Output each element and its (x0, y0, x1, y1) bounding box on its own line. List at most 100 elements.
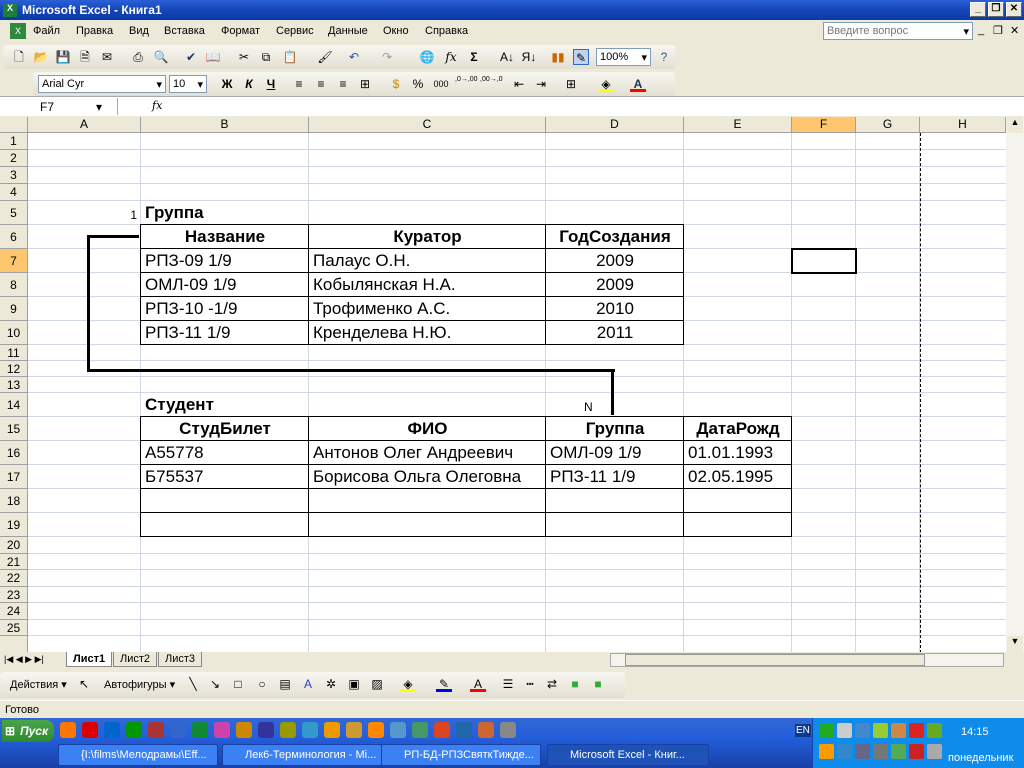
quick-launch-icon[interactable] (368, 722, 384, 738)
row-header-12[interactable]: 12 (0, 361, 28, 377)
arrow-icon[interactable]: ↘ (207, 676, 223, 692)
menu-7[interactable]: Окно (383, 25, 409, 37)
menu-1[interactable]: Правка (76, 25, 113, 37)
column-header-B[interactable]: B (141, 117, 309, 133)
format-painter-icon[interactable]: 🖌 (317, 49, 333, 65)
research-icon[interactable]: 📖 (205, 49, 221, 65)
quick-launch-icon[interactable] (236, 722, 252, 738)
quick-launch-icon[interactable] (258, 722, 274, 738)
column-header-F[interactable]: F (792, 117, 856, 133)
tray-icon[interactable] (855, 723, 870, 738)
scroll-up-button[interactable]: ▲ (1007, 117, 1023, 133)
row-header-partial[interactable] (0, 636, 28, 652)
relationship-line[interactable] (87, 235, 90, 372)
decrease-indent-icon[interactable]: ⇤ (511, 76, 527, 92)
quick-launch-icon[interactable] (280, 722, 296, 738)
tray-icon[interactable] (927, 744, 942, 759)
cell-D7[interactable]: 2009 (546, 251, 684, 271)
relationship-line[interactable] (87, 235, 139, 238)
cell-C6[interactable]: Куратор (309, 227, 546, 247)
row-header-6[interactable]: 6 (0, 225, 28, 249)
permission-icon[interactable]: 🗎 (77, 49, 93, 65)
insert-function-button[interactable]: fx (152, 99, 162, 112)
cell-B8[interactable]: ОМЛ-09 1/9 (141, 275, 309, 295)
sheet-tab-2[interactable]: Лист2 (113, 652, 158, 667)
row-header-9[interactable]: 9 (0, 297, 28, 321)
open-icon[interactable]: 📂 (33, 49, 49, 65)
cell-C17[interactable]: Борисова Ольга Олеговна (309, 467, 546, 487)
cell-B5[interactable]: Группа (141, 203, 309, 223)
taskbar-task-1[interactable]: {I:\films\Мелодрамы\Eff... (58, 744, 218, 766)
quick-launch-icon[interactable] (390, 722, 406, 738)
language-indicator[interactable]: EN (795, 724, 811, 737)
sort-desc-icon[interactable]: Я↓ (521, 49, 537, 65)
start-button[interactable]: ⊞ Пуск (2, 720, 54, 742)
font-select[interactable]: Arial Cyr ▾ (38, 75, 166, 93)
bold-button[interactable]: Ж (219, 76, 235, 92)
cell-C10[interactable]: Кренделева Н.Ю. (309, 323, 546, 343)
row-header-3[interactable]: 3 (0, 167, 28, 184)
clipart-icon[interactable]: ▣ (346, 676, 362, 692)
quick-launch-icon[interactable] (192, 722, 208, 738)
tray-icon[interactable] (855, 744, 870, 759)
cell-B15[interactable]: СтудБилет (141, 419, 309, 439)
print-icon[interactable]: ⎙ (130, 49, 146, 65)
formula-input[interactable] (170, 98, 1020, 115)
cell-A5[interactable]: 1 (28, 208, 141, 222)
zoom-select[interactable]: 100% ▾ (596, 48, 651, 66)
quick-launch-icon[interactable] (302, 722, 318, 738)
menu-5[interactable]: Сервис (276, 25, 314, 37)
column-header-D[interactable]: D (546, 117, 684, 133)
taskbar-task-3[interactable]: РП-БД-РПЗСвяткТижде... (381, 744, 541, 766)
currency-icon[interactable]: $ (388, 76, 404, 92)
spelling-icon[interactable]: ✔ (183, 49, 199, 65)
quick-launch-icon[interactable] (214, 722, 230, 738)
menu-6[interactable]: Данные (328, 25, 368, 37)
row-header-17[interactable]: 17 (0, 465, 28, 489)
row-header-2[interactable]: 2 (0, 150, 28, 167)
save-icon[interactable]: 💾 (55, 49, 71, 65)
quick-launch-icon[interactable] (82, 722, 98, 738)
tray-icon[interactable] (909, 744, 924, 759)
doc-restore-button[interactable]: ❐ (993, 24, 1003, 37)
cell-D14[interactable]: N (580, 400, 610, 414)
column-header-G[interactable]: G (856, 117, 920, 133)
restore-button[interactable]: ❐ (988, 2, 1004, 17)
email-icon[interactable]: ✉ (99, 49, 115, 65)
cell-E15[interactable]: ДатаРожд (684, 419, 792, 439)
quick-launch-icon[interactable] (412, 722, 428, 738)
font-color-icon[interactable]: A (630, 76, 646, 92)
help-search-input[interactable]: Введите вопрос ▾ (823, 22, 973, 40)
tray-icon[interactable] (927, 723, 942, 738)
quick-launch-icon[interactable] (478, 722, 494, 738)
print-preview-icon[interactable]: 🔍 (153, 49, 169, 65)
row-header-10[interactable]: 10 (0, 321, 28, 345)
cell-D8[interactable]: 2009 (546, 275, 684, 295)
row-header-22[interactable]: 22 (0, 570, 28, 587)
horizontal-scroll-thumb[interactable] (625, 654, 925, 666)
redo-icon[interactable]: ↷ (379, 49, 395, 65)
cell-D15[interactable]: Группа (546, 419, 684, 439)
relationship-line[interactable] (87, 369, 615, 372)
row-header-13[interactable]: 13 (0, 377, 28, 393)
row-header-21[interactable]: 21 (0, 553, 28, 570)
font-color-draw-icon[interactable]: A (470, 676, 486, 692)
doc-close-button[interactable]: ✕ (1010, 24, 1019, 37)
row-header-20[interactable]: 20 (0, 537, 28, 554)
shadow-icon[interactable]: ■ (567, 676, 583, 692)
cell-D6[interactable]: ГодСоздания (546, 227, 684, 247)
align-left-icon[interactable]: ≡ (291, 76, 307, 92)
merge-center-icon[interactable]: ⊞ (357, 76, 373, 92)
cell-E16[interactable]: 01.01.1993 (684, 443, 792, 463)
row-header-1[interactable]: 1 (0, 133, 28, 150)
percent-button[interactable]: % (410, 76, 426, 92)
cell-C8[interactable]: Кобылянская Н.А. (309, 275, 546, 295)
tab-nav-first[interactable]: |◀ ◀ ▶ ▶| (4, 654, 44, 665)
select-all-corner[interactable] (0, 117, 28, 133)
menu-2[interactable]: Вид (129, 25, 149, 37)
tray-icon[interactable] (837, 723, 852, 738)
select-objects-icon[interactable]: ↖ (76, 676, 92, 692)
worksheet-grid[interactable]: A B C D E F G H 1 2 3 4 5 6 7 8 9 10 11 12 13 14 15 16 17 18 19 20 2… (0, 117, 1006, 652)
wordart-icon[interactable]: A (300, 676, 316, 692)
paste-icon[interactable]: 📋 (282, 49, 298, 65)
